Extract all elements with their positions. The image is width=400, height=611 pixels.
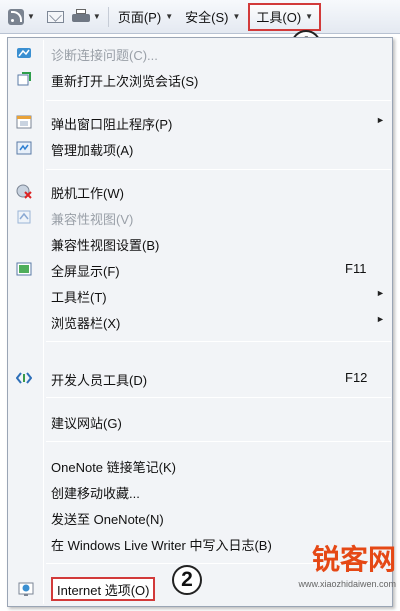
compat-view-icon [17, 210, 31, 224]
chevron-down-icon: ▼ [92, 12, 101, 21]
menu-item-diagnose[interactable]: 诊断连接问题(C)... [10, 42, 390, 64]
chevron-down-icon: ▼ [165, 12, 174, 21]
tools-menu[interactable]: 工具(O) ▼ [248, 2, 322, 31]
menu-item-compat-view[interactable]: 兼容性视图(V) [10, 206, 390, 228]
chevron-down-icon: ▼ [232, 12, 241, 21]
menu-item-label: 工具栏(T) [51, 290, 107, 305]
mail-icon [46, 10, 64, 23]
menu-separator [46, 341, 391, 342]
shortcut-label: F12 [345, 370, 368, 385]
feeds-button[interactable]: ▼ [4, 5, 39, 29]
work-offline-icon [16, 184, 32, 199]
shortcut-label: F11 [345, 261, 367, 276]
menu-item-label: 浏览器栏(X) [51, 316, 121, 331]
submenu-arrow-icon: ► [376, 115, 385, 125]
developer-tools-icon [16, 372, 32, 384]
diagnose-icon [17, 48, 31, 58]
menu-item-label: 重新打开上次浏览会话(S) [51, 74, 199, 89]
submenu-arrow-icon: ► [376, 288, 385, 298]
toolbar-divider [107, 6, 109, 27]
safety-menu[interactable]: 安全(S) ▼ [179, 3, 246, 31]
menu-item-explorer-bars[interactable]: 浏览器栏(X) ► [10, 310, 390, 332]
chevron-down-icon: ▼ [27, 12, 35, 21]
step-2-badge: 2 [172, 565, 202, 595]
menu-separator [46, 397, 391, 398]
menu-item-label: 创建移动收藏... [51, 486, 140, 501]
menu-item-manage-addons[interactable]: 管理加载项(A) [10, 137, 390, 159]
menu-item-label: 脱机工作(W) [51, 186, 124, 201]
menu-item-reopen-session[interactable]: 重新打开上次浏览会话(S) [10, 68, 390, 90]
printer-icon [71, 9, 90, 24]
menu-item-label: 发送至 OneNote(N) [51, 512, 164, 527]
menu-item-label: 建议网站(G) [51, 416, 122, 431]
menu-separator [46, 441, 391, 442]
safety-menu-label: 安全(S) [185, 10, 229, 25]
menu-item-label: 兼容性视图(V) [51, 212, 134, 227]
tools-menu-label: 工具(O) [256, 10, 302, 25]
menu-item-suggested-sites[interactable]: 建议网站(G) [10, 410, 390, 432]
menu-item-label: OneNote 链接笔记(K) [51, 460, 176, 475]
watermark-url: www.xiaozhidaiwen.com [298, 579, 396, 589]
menu-item-label: 在 Windows Live Writer 中写入日志(B) [51, 538, 272, 553]
print-button[interactable]: ▼ [68, 5, 105, 29]
menu-item-label: 弹出窗口阻止程序(P) [51, 117, 173, 132]
menu-item-label: 开发人员工具(D) [51, 373, 148, 388]
popup-blocker-icon [16, 115, 32, 129]
internet-options-icon [18, 582, 34, 596]
menu-item-label: 管理加载项(A) [51, 143, 134, 158]
menu-item-toolbars[interactable]: 工具栏(T) ► [10, 284, 390, 306]
menu-separator [46, 169, 391, 170]
page-menu-label: 页面(P) [117, 10, 162, 25]
menu-item-label: 全屏显示(F) [51, 264, 120, 279]
command-bar: ▼ ▼ 页面(P) ▼ 安全(S) ▼ 工具(O) ▼ [0, 0, 400, 34]
reopen-session-icon [17, 72, 31, 86]
site-watermark: 锐客网 www.xiaozhidaiwen.com [270, 545, 396, 607]
menu-item-label: Internet 选项(O) [57, 582, 150, 598]
menu-item-onenote-linked[interactable]: OneNote 链接笔记(K) [10, 454, 390, 476]
feeds-group[interactable]: ▼ [0, 0, 43, 33]
tools-dropdown-menu: 诊断连接问题(C)... 重新打开上次浏览会话(S) 弹出窗口阻止程序(P) ►… [7, 37, 393, 607]
menu-item-popup-blocker[interactable]: 弹出窗口阻止程序(P) ► [10, 111, 390, 133]
fullscreen-icon [16, 262, 32, 276]
menu-separator [46, 100, 391, 101]
read-mail-button[interactable] [43, 5, 68, 29]
manage-addons-icon [16, 141, 32, 155]
page-menu[interactable]: 页面(P) ▼ [112, 3, 179, 31]
menu-item-send-onenote[interactable]: 发送至 OneNote(N) [10, 506, 390, 528]
menu-item-label: 兼容性视图设置(B) [51, 238, 160, 253]
menu-item-mobile-favorite[interactable]: 创建移动收藏... [10, 480, 390, 502]
rss-icon [8, 8, 24, 25]
menu-item-work-offline[interactable]: 脱机工作(W) [10, 180, 390, 202]
internet-options-highlight[interactable]: Internet 选项(O) [51, 577, 156, 601]
chevron-down-icon: ▼ [305, 12, 314, 21]
menu-item-compat-settings[interactable]: 兼容性视图设置(B) [10, 232, 390, 254]
menu-item-fullscreen[interactable]: 全屏显示(F) F11 [10, 258, 390, 280]
submenu-arrow-icon: ► [376, 314, 385, 324]
menu-item-label: 诊断连接问题(C)... [51, 48, 158, 63]
watermark-logo-text: 锐客网 [311, 543, 396, 576]
menu-item-dev-tools[interactable]: 开发人员工具(D) F12 [10, 367, 390, 389]
